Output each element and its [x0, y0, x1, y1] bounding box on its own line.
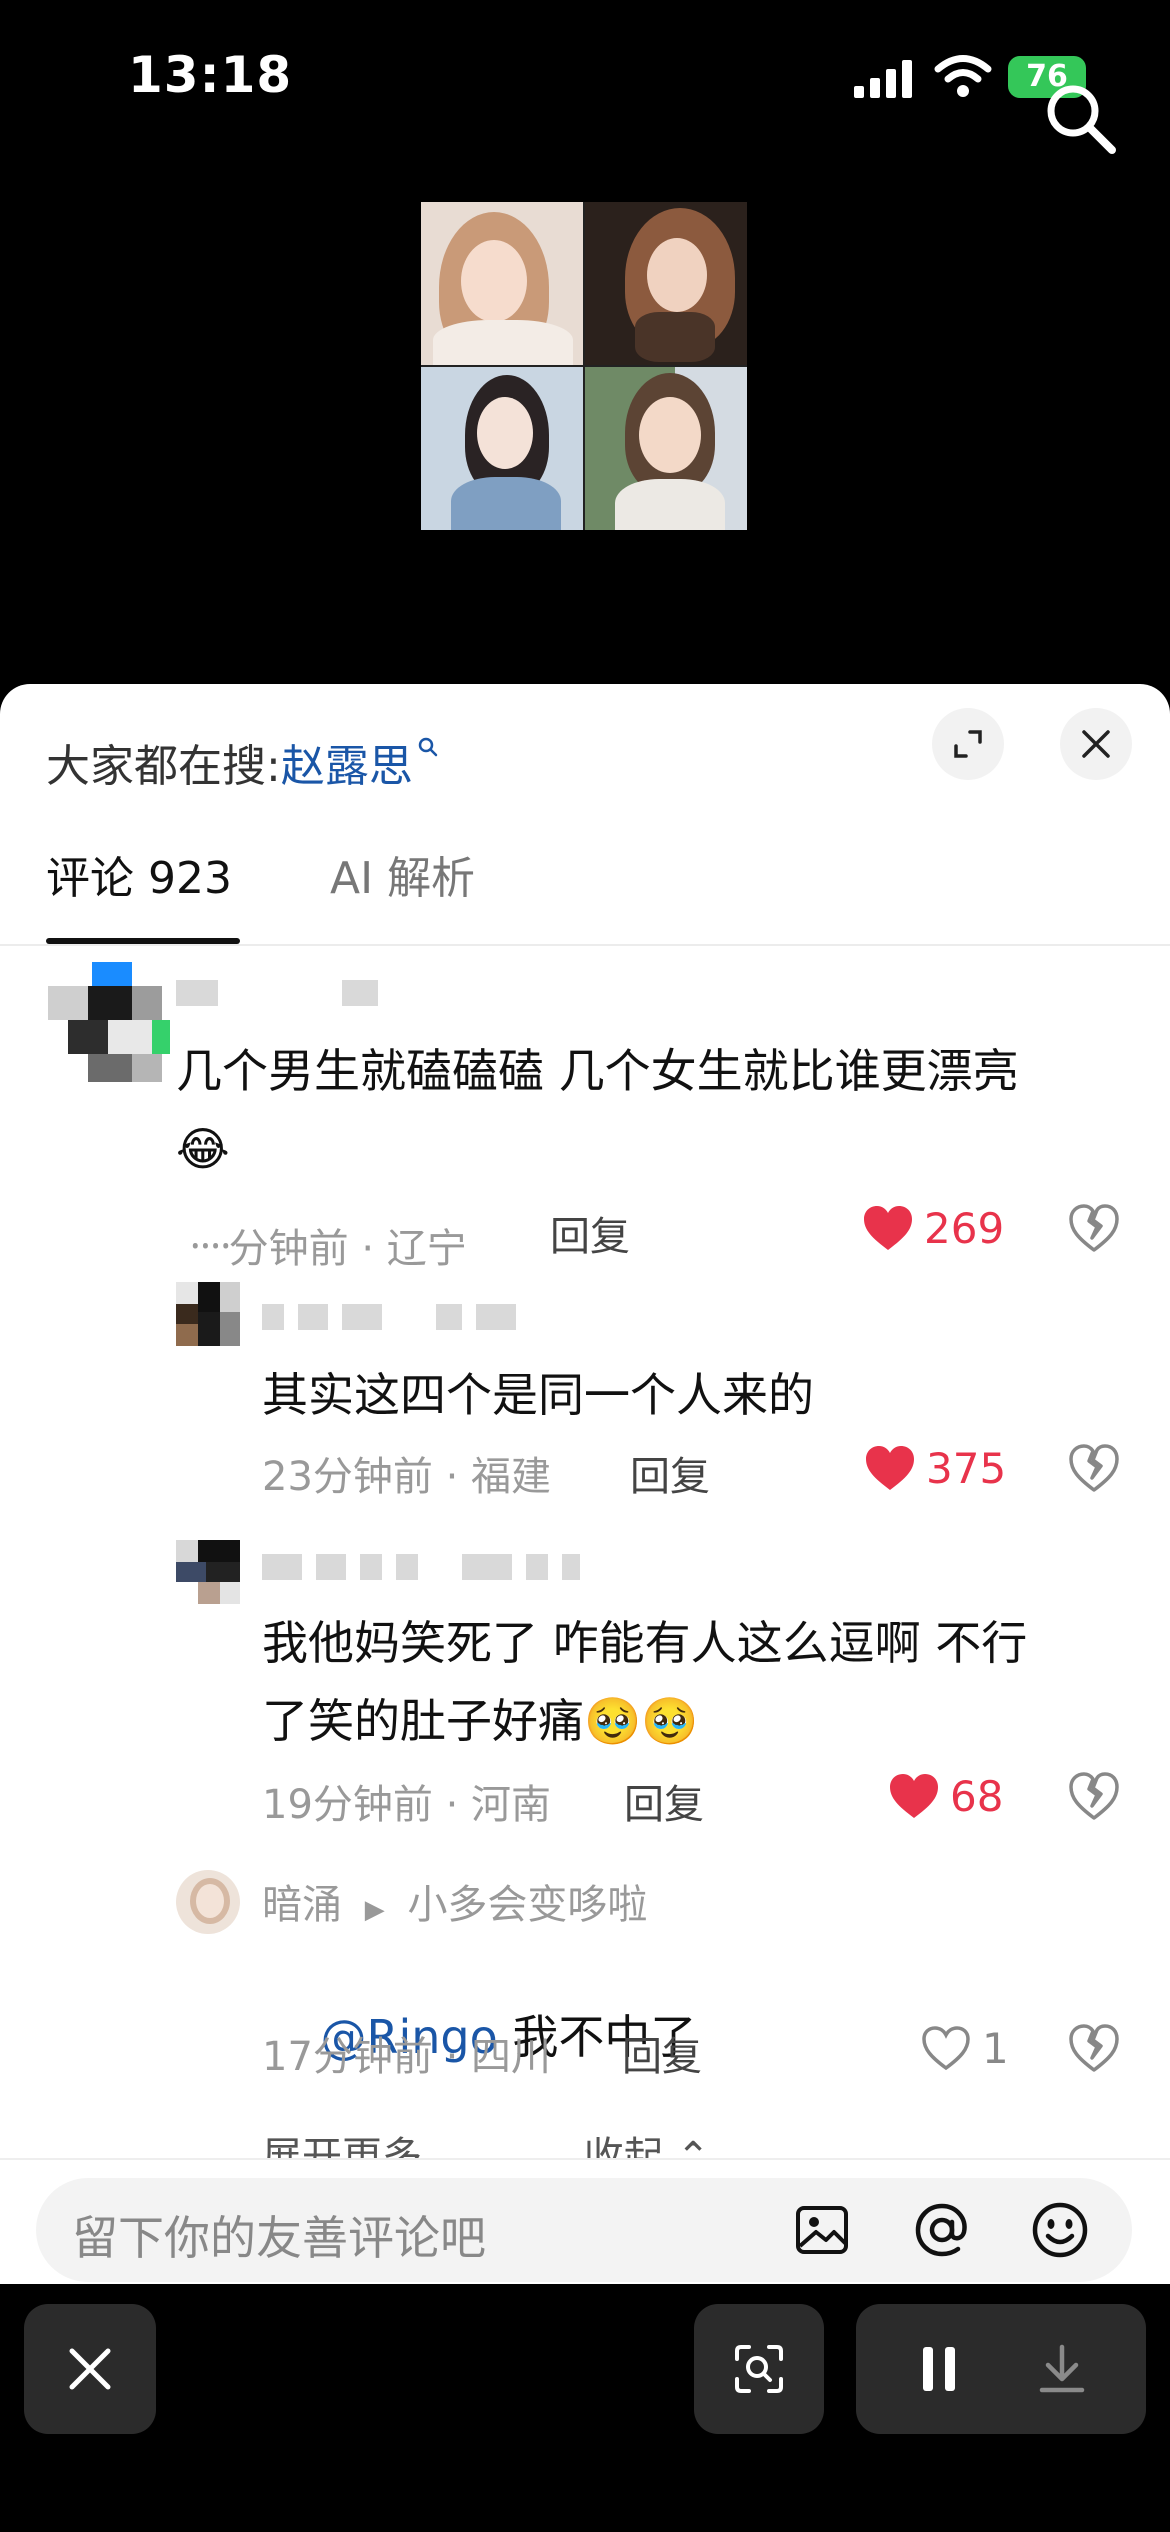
expand-button[interactable] — [932, 708, 1004, 780]
active-tab-indicator — [46, 938, 240, 944]
close-icon — [69, 2348, 111, 2390]
username[interactable] — [262, 1554, 594, 1584]
avatar[interactable] — [176, 1540, 240, 1604]
like-count: 375 — [926, 1443, 1007, 1493]
scan-button[interactable] — [694, 2304, 824, 2434]
comment-tabs: 评论 923 AI 解析 — [0, 824, 1170, 946]
comment-text: 几个男生就磕磕磕 几个女生就比谁更漂亮 😂 — [176, 1044, 1019, 1176]
search-icon — [418, 737, 438, 757]
video-thumbnail-collage[interactable] — [421, 202, 747, 530]
like-count: 269 — [924, 1203, 1005, 1253]
collage-photo-1 — [421, 202, 583, 365]
like-button[interactable]: 375 — [864, 1438, 1006, 1498]
image-icon[interactable] — [792, 2200, 852, 2260]
comment-text: 其实这四个是同一个人来的 — [262, 1368, 814, 1422]
comment-meta: ᠁分钟前 · 辽宁 — [182, 1226, 467, 1272]
cellular-signal-icon — [854, 60, 912, 98]
playback-controls — [856, 2304, 1146, 2434]
username[interactable] — [176, 980, 392, 1010]
avatar[interactable] — [176, 1870, 240, 1934]
broken-heart-icon[interactable] — [1068, 2022, 1120, 2074]
pause-icon[interactable] — [919, 2345, 959, 2393]
status-time: 13:18 — [128, 46, 293, 104]
avatar[interactable] — [48, 962, 170, 1084]
comment-input-placeholder: 留下你的友善评论吧 — [72, 2211, 486, 2265]
reply-button[interactable]: 回复 — [550, 1204, 630, 1262]
collage-photo-3 — [421, 367, 583, 530]
broken-heart-icon[interactable] — [1068, 1442, 1120, 1494]
reply-button[interactable]: 回复 — [622, 2024, 702, 2082]
comment-sheet: 大家都在搜:赵露思 评论 923 AI 解析 几个男生就磕磕磕 几个女生就比谁更… — [0, 684, 1170, 2284]
search-hint-keyword[interactable]: 赵露思 — [281, 741, 413, 792]
expand-icon — [954, 730, 982, 758]
comment-input-bar: 留下你的友善评论吧 — [0, 2158, 1170, 2284]
like-button[interactable]: 1 — [920, 2018, 1009, 2078]
broken-heart-icon[interactable] — [1068, 1770, 1120, 1822]
wifi-icon — [934, 55, 992, 97]
comment-meta: 23分钟前 · 福建 — [262, 1454, 552, 1500]
reply-button[interactable]: 回复 — [624, 1772, 704, 1830]
tab-comments[interactable]: 评论 923 — [46, 842, 232, 906]
broken-heart-icon[interactable] — [1068, 1202, 1120, 1254]
scan-search-icon — [735, 2345, 783, 2393]
emoji-icon[interactable] — [1030, 2200, 1090, 2260]
collage-photo-4 — [585, 367, 747, 530]
search-hint-prefix: 大家都在搜: — [46, 741, 281, 792]
comment-input[interactable]: 留下你的友善评论吧 — [36, 2178, 1132, 2282]
like-count: 1 — [982, 2023, 1009, 2073]
status-bar: 13:18 76 — [0, 0, 1170, 154]
search-icon[interactable] — [1040, 78, 1120, 158]
trending-search-hint[interactable]: 大家都在搜:赵露思 — [46, 730, 439, 794]
heart-icon — [890, 1774, 938, 1818]
heart-icon — [864, 1206, 912, 1250]
username[interactable] — [262, 1304, 530, 1334]
comment-text: 我他妈笑死了 咋能有人这么逗啊 不行 了笑的肚子好痛🥹🥹 — [262, 1616, 1028, 1748]
download-icon[interactable] — [1036, 2343, 1088, 2395]
mention-icon[interactable] — [912, 2200, 972, 2260]
tab-ai-analysis[interactable]: AI 解析 — [330, 842, 475, 906]
close-button[interactable] — [24, 2304, 156, 2434]
close-icon — [1082, 730, 1110, 758]
bottom-controls — [0, 2284, 1170, 2532]
like-button[interactable]: 269 — [862, 1198, 1004, 1258]
comment-meta: 19分钟前 · 河南 — [262, 1782, 552, 1828]
comment-meta: 17分钟前 · 四川 — [262, 2034, 552, 2080]
like-count: 68 — [950, 1771, 1004, 1821]
like-button[interactable]: 68 — [888, 1766, 1003, 1826]
avatar[interactable] — [176, 1282, 240, 1346]
reply-button[interactable]: 回复 — [630, 1444, 710, 1502]
heart-outline-icon — [922, 2026, 970, 2071]
close-sheet-button[interactable] — [1060, 708, 1132, 780]
collage-photo-2 — [585, 202, 747, 365]
heart-icon — [866, 1446, 914, 1490]
